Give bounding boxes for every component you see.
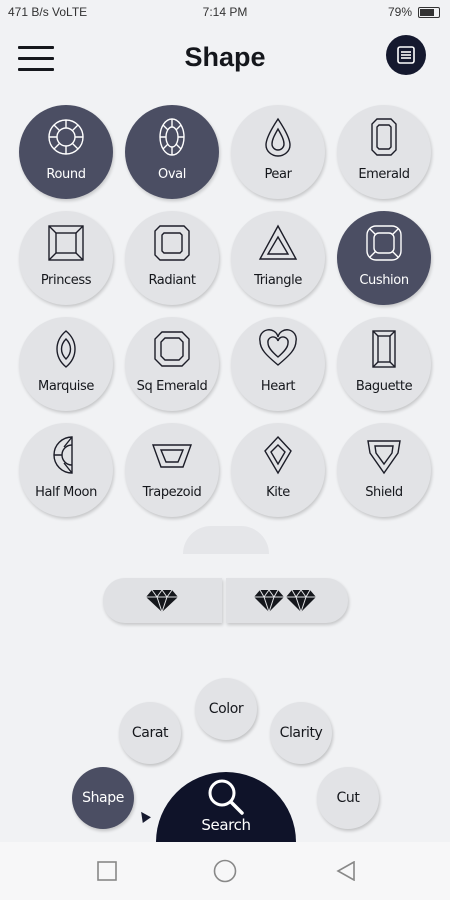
princess-diamond-icon <box>48 225 84 261</box>
pear-diamond-icon <box>265 117 291 157</box>
list-view-icon[interactable] <box>386 35 426 75</box>
battery-icon <box>418 6 440 18</box>
shape-cushion[interactable]: Cushion <box>337 211 431 305</box>
clock: 7:14 PM <box>202 5 248 19</box>
emerald-diamond-icon <box>371 118 397 156</box>
system-nav-bar <box>0 842 450 900</box>
shape-label: Emerald <box>358 167 410 182</box>
status-bar: 471 B/s VoLTE 7:14 PM 79% <box>0 0 450 24</box>
shape-radiant[interactable]: Radiant <box>125 211 219 305</box>
size-toggle <box>103 578 348 623</box>
radiant-diamond-icon <box>154 225 190 261</box>
heart-diamond-icon <box>259 329 297 366</box>
cushion-diamond-icon <box>366 225 402 261</box>
shape-sq-emerald[interactable]: Sq Emerald <box>125 317 219 411</box>
kite-diamond-icon <box>264 435 292 475</box>
filter-color-button[interactable]: Color <box>195 678 257 740</box>
shape-heart[interactable]: Heart <box>231 317 325 411</box>
shape-label: Princess <box>40 273 92 288</box>
recents-square-icon[interactable] <box>97 861 117 881</box>
marquise-diamond-icon <box>56 330 76 368</box>
search-label: Search <box>201 816 251 834</box>
single-diamond-button[interactable] <box>103 578 222 623</box>
shape-label: Triangle <box>254 273 302 288</box>
back-triangle-icon[interactable] <box>336 861 356 881</box>
shape-label: Trapezoid <box>142 485 202 500</box>
diamond-icon <box>146 589 178 613</box>
shape-label: Marquise <box>38 379 94 394</box>
pointer-arrow-icon <box>137 809 151 823</box>
trapezoid-diamond-icon <box>152 444 192 468</box>
shape-label: Oval <box>158 167 186 182</box>
shape-kite[interactable]: Kite <box>231 423 325 517</box>
shape-label: Kite <box>266 485 290 500</box>
shape-label: Pear <box>264 167 292 182</box>
shape-label: Sq Emerald <box>136 379 208 394</box>
shape-princess[interactable]: Princess <box>19 211 113 305</box>
shape-trapezoid[interactable]: Trapezoid <box>125 423 219 517</box>
shape-emerald[interactable]: Emerald <box>337 105 431 199</box>
shape-triangle[interactable]: Triangle <box>231 211 325 305</box>
search-button[interactable]: Search <box>156 772 296 842</box>
shield-diamond-icon <box>367 440 401 475</box>
baguette-diamond-icon <box>372 330 396 368</box>
filter-clarity-button[interactable]: Clarity <box>270 702 332 764</box>
shape-shield[interactable]: Shield <box>337 423 431 517</box>
shape-label: Half Moon <box>35 485 97 500</box>
multi-diamond-button[interactable] <box>226 578 348 623</box>
shape-half-moon[interactable]: Half Moon <box>19 423 113 517</box>
shape-oval[interactable]: Oval <box>125 105 219 199</box>
status-right: 79% <box>388 5 440 19</box>
shape-label: Baguette <box>355 379 413 394</box>
search-icon <box>208 779 244 815</box>
filter-shape-button[interactable]: Shape <box>72 767 134 829</box>
sq-emerald-diamond-icon <box>154 331 190 367</box>
half-moon-diamond-icon <box>53 436 73 474</box>
oval-diamond-icon <box>159 118 185 156</box>
shape-label: Round <box>46 167 86 182</box>
shape-grid: Round Oval Pear Emerald Princess Radiant… <box>14 100 438 520</box>
filter-carat-button[interactable]: Carat <box>119 702 181 764</box>
shape-label: Radiant <box>148 273 196 288</box>
home-circle-icon[interactable] <box>213 859 237 883</box>
filter-cut-button[interactable]: Cut <box>317 767 379 829</box>
drawer-handle[interactable] <box>183 526 269 554</box>
battery-percent: 79% <box>387 5 412 19</box>
shape-round[interactable]: Round <box>19 105 113 199</box>
shape-label: Cushion <box>359 273 409 288</box>
shape-baguette[interactable]: Baguette <box>337 317 431 411</box>
triangle-diamond-icon <box>258 224 298 260</box>
page-title: Shape <box>184 42 266 72</box>
shape-marquise[interactable]: Marquise <box>19 317 113 411</box>
two-diamonds-icon <box>254 589 316 613</box>
round-diamond-icon <box>48 119 84 155</box>
shape-label: Heart <box>260 379 296 394</box>
shape-label: Shield <box>365 485 403 500</box>
shape-pear[interactable]: Pear <box>231 105 325 199</box>
